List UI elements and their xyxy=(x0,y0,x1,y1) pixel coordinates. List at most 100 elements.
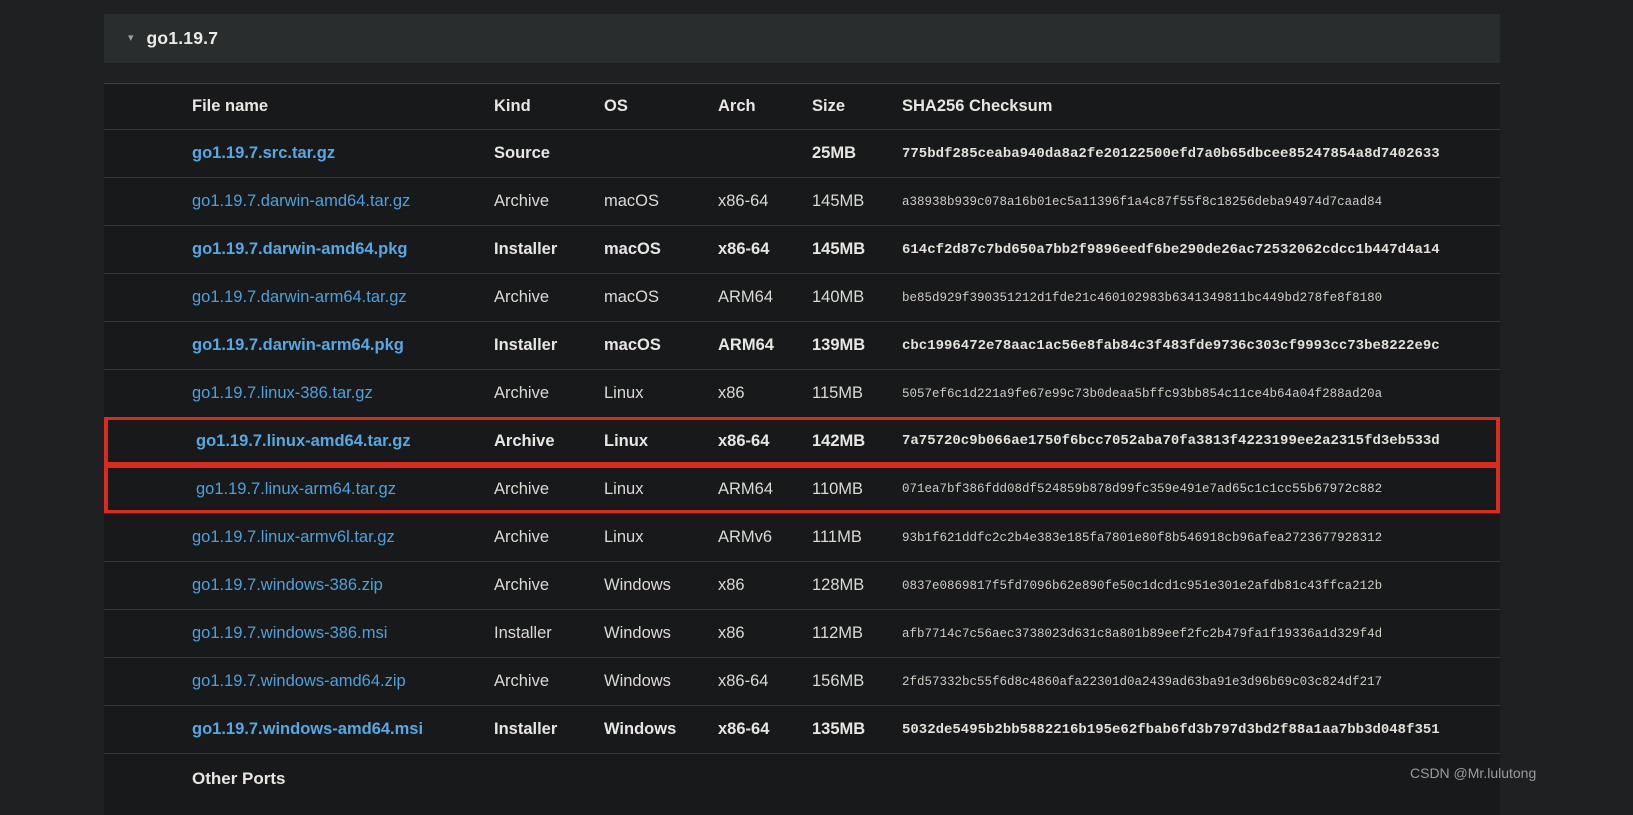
download-link[interactable]: go1.19.7.linux-arm64.tar.gz xyxy=(196,480,396,498)
sha256-cell: 071ea7bf386fdd08df524859b878d99fc359e491… xyxy=(902,465,1500,513)
download-link[interactable]: go1.19.7.darwin-arm64.pkg xyxy=(192,336,404,354)
arch-cell: x86 xyxy=(718,609,812,657)
kind-cell: Installer xyxy=(494,321,604,369)
arch-cell: x86 xyxy=(718,369,812,417)
table-row: go1.19.7.darwin-arm64.pkg Installer macOS A… xyxy=(104,321,1500,369)
os-cell: Linux xyxy=(604,417,718,465)
table-row: go1.19.7.src.tar.gz Source 25MB 775bdf285ce… xyxy=(104,129,1500,177)
release-toggle[interactable]: ▾ go1.19.7 xyxy=(104,14,1500,63)
sha256-cell: 775bdf285ceaba940da8a2fe20122500efd7a0b6… xyxy=(902,129,1500,177)
file-name-cell: go1.19.7.linux-amd64.tar.gz xyxy=(104,417,494,465)
download-link[interactable]: go1.19.7.windows-386.zip xyxy=(192,576,383,594)
table-row: go1.19.7.windows-amd64.zip Archive Windows… xyxy=(104,657,1500,705)
kind-cell: Archive xyxy=(494,369,604,417)
file-name-cell: go1.19.7.linux-386.tar.gz xyxy=(104,369,494,417)
table-row: go1.19.7.windows-amd64.msi Installer Windo… xyxy=(104,705,1500,753)
size-cell: 112MB xyxy=(812,609,902,657)
column-header-os: OS xyxy=(604,97,628,115)
size-cell: 142MB xyxy=(812,417,902,465)
kind-cell: Source xyxy=(494,129,604,177)
sha256-cell: afb7714c7c56aec3738023d631c8a801b89eef2f… xyxy=(902,609,1500,657)
download-link[interactable]: go1.19.7.darwin-arm64.tar.gz xyxy=(192,288,407,306)
download-link[interactable]: go1.19.7.darwin-amd64.pkg xyxy=(192,240,407,258)
arch-cell xyxy=(718,129,812,177)
table-row: go1.19.7.darwin-arm64.tar.gz Archive macOS… xyxy=(104,273,1500,321)
os-cell: Linux xyxy=(604,465,718,513)
download-link[interactable]: go1.19.7.linux-armv6l.tar.gz xyxy=(192,528,395,546)
file-name-cell: go1.19.7.linux-armv6l.tar.gz xyxy=(104,513,494,561)
sha256-cell: 93b1f621ddfc2c2b4e383e185fa7801e80f8b546… xyxy=(902,513,1500,561)
release-title: go1.19.7 xyxy=(146,28,219,48)
os-cell: macOS xyxy=(604,177,718,225)
table-row: go1.19.7.darwin-amd64.tar.gz Archive macOS… xyxy=(104,177,1500,225)
sha256-cell: be85d929f390351212d1fde21c460102983b6341… xyxy=(902,273,1500,321)
sha256-cell: 5032de5495b2bb5882216b195e62fbab6fd3b797… xyxy=(902,705,1500,753)
other-ports-label: Other Ports xyxy=(104,753,1500,815)
size-cell: 25MB xyxy=(812,129,902,177)
kind-cell: Archive xyxy=(494,513,604,561)
sha256-cell: 2fd57332bc55f6d8c4860afa22301d0a2439ad63… xyxy=(902,657,1500,705)
csdn-watermark: CSDN @Mr.lulutong xyxy=(1410,765,1537,781)
file-name-cell: go1.19.7.darwin-arm64.tar.gz xyxy=(104,273,494,321)
os-cell: Linux xyxy=(604,369,718,417)
arch-cell: x86-64 xyxy=(718,417,812,465)
kind-cell: Installer xyxy=(494,705,604,753)
table-row: go1.19.7.windows-386.zip Archive Windows x8… xyxy=(104,561,1500,609)
kind-cell: Archive xyxy=(494,561,604,609)
download-table-footer: Other Ports xyxy=(104,753,1500,815)
arch-cell: ARMv6 xyxy=(718,513,812,561)
size-cell: 110MB xyxy=(812,465,902,513)
sha256-cell: 0837e0869817f5fd7096b62e890fe50c1dcd1c95… xyxy=(902,561,1500,609)
download-link[interactable]: go1.19.7.linux-386.tar.gz xyxy=(192,384,373,402)
size-cell: 115MB xyxy=(812,369,902,417)
file-name-cell: go1.19.7.linux-arm64.tar.gz xyxy=(104,465,494,513)
column-header-filename: File name xyxy=(192,97,269,115)
file-name-cell: go1.19.7.darwin-amd64.pkg xyxy=(104,225,494,273)
download-link[interactable]: go1.19.7.windows-amd64.zip xyxy=(192,672,406,690)
size-cell: 128MB xyxy=(812,561,902,609)
arch-cell: x86 xyxy=(718,561,812,609)
size-cell: 145MB xyxy=(812,225,902,273)
arch-cell: ARM64 xyxy=(718,321,812,369)
column-header-size: Size xyxy=(812,97,846,115)
kind-cell: Archive xyxy=(494,417,604,465)
download-link[interactable]: go1.19.7.linux-amd64.tar.gz xyxy=(196,432,411,450)
sha256-cell: 7a75720c9b066ae1750f6bcc7052aba70fa3813f… xyxy=(902,417,1500,465)
size-cell: 140MB xyxy=(812,273,902,321)
kind-cell: Installer xyxy=(494,609,604,657)
size-cell: 156MB xyxy=(812,657,902,705)
column-header-sha256: SHA256 Checksum xyxy=(902,97,1053,115)
arch-cell: x86-64 xyxy=(718,177,812,225)
table-row: go1.19.7.darwin-amd64.pkg Installer macOS x… xyxy=(104,225,1500,273)
download-link[interactable]: go1.19.7.windows-386.msi xyxy=(192,624,387,642)
download-link[interactable]: go1.19.7.src.tar.gz xyxy=(192,144,335,162)
download-link[interactable]: go1.19.7.darwin-amd64.tar.gz xyxy=(192,192,410,210)
os-cell: macOS xyxy=(604,225,718,273)
arch-cell: ARM64 xyxy=(718,273,812,321)
os-cell: Linux xyxy=(604,513,718,561)
column-header-kind: Kind xyxy=(494,97,531,115)
table-header: File name Kind OS Arch Size SHA256 Check… xyxy=(104,84,1500,129)
kind-cell: Archive xyxy=(494,177,604,225)
file-name-cell: go1.19.7.windows-386.msi xyxy=(104,609,494,657)
os-cell: Windows xyxy=(604,657,718,705)
other-ports-row: Other Ports xyxy=(104,753,1500,815)
sha256-cell: 5057ef6c1d221a9fe67e99c73b0deaa5bffc93bb… xyxy=(902,369,1500,417)
os-cell: Windows xyxy=(604,561,718,609)
os-cell: macOS xyxy=(604,321,718,369)
size-cell: 139MB xyxy=(812,321,902,369)
kind-cell: Archive xyxy=(494,273,604,321)
download-table: File name Kind OS Arch Size SHA256 Check… xyxy=(104,83,1500,815)
file-name-cell: go1.19.7.darwin-amd64.tar.gz xyxy=(104,177,494,225)
table-row: go1.19.7.linux-arm64.tar.gz Archive Linux A… xyxy=(104,465,1500,513)
file-name-cell: go1.19.7.windows-amd64.zip xyxy=(104,657,494,705)
table-row: go1.19.7.windows-386.msi Installer Windows… xyxy=(104,609,1500,657)
table-row: go1.19.7.linux-amd64.tar.gz Archive Linux x… xyxy=(104,417,1500,465)
file-name-cell: go1.19.7.darwin-arm64.pkg xyxy=(104,321,494,369)
os-cell xyxy=(604,129,718,177)
size-cell: 111MB xyxy=(812,513,902,561)
download-section: ▾ go1.19.7 File name Kind OS Arch Size S… xyxy=(104,14,1500,815)
table-row: go1.19.7.linux-armv6l.tar.gz Archive Linux… xyxy=(104,513,1500,561)
kind-cell: Installer xyxy=(494,225,604,273)
download-link[interactable]: go1.19.7.windows-amd64.msi xyxy=(192,720,423,738)
